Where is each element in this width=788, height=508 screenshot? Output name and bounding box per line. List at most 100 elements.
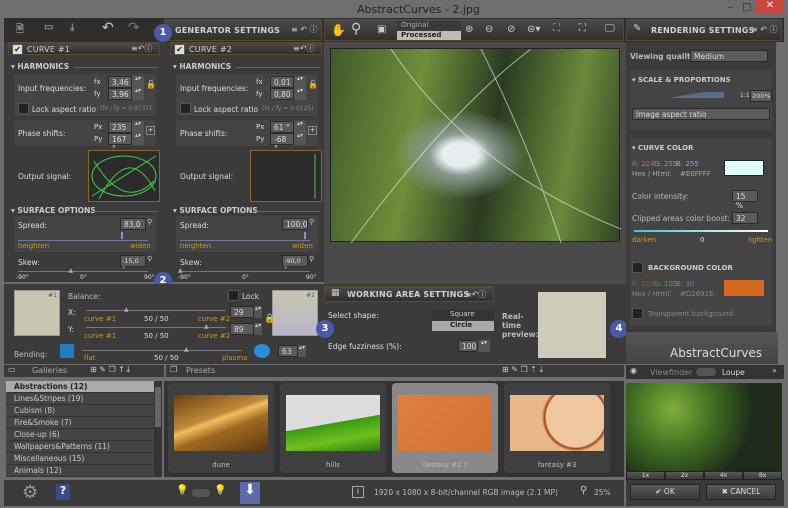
background-color-checkbox[interactable] [632, 262, 643, 273]
fx-input[interactable]: 0,01 [270, 76, 294, 88]
help-icon[interactable]: ? [56, 484, 70, 500]
zoom-in-icon[interactable]: ⊕ [465, 24, 473, 35]
lock-aspect-checkbox[interactable] [18, 103, 29, 114]
aspect-select[interactable]: Image aspect ratio [632, 108, 770, 120]
px-input[interactable]: 61 ° [270, 121, 294, 133]
ok-button[interactable]: ✔ OK [630, 484, 700, 500]
curve-enable-checkbox[interactable]: ✔ [174, 44, 185, 55]
preset-thumbnail[interactable]: dune [168, 383, 274, 473]
bg-color-swatch[interactable] [724, 280, 764, 296]
open-folder-icon[interactable]: ▭ [44, 22, 53, 33]
zoom-level-button[interactable]: 1x [626, 471, 665, 480]
hand-tool-icon[interactable]: ✋ [331, 23, 346, 37]
bending-slider[interactable] [82, 350, 242, 351]
spread-input[interactable]: 83,0 [120, 218, 146, 230]
preset-thumbnail[interactable]: hills [280, 383, 386, 473]
curve-color-swatch[interactable] [724, 160, 764, 176]
fullscreen-icon[interactable]: 🖵 [605, 23, 615, 34]
close-button[interactable]: ✕ [756, 0, 784, 14]
undo-icon[interactable]: ↶ [102, 20, 114, 36]
fuzziness-input[interactable]: 100 [458, 340, 478, 352]
gallery-item[interactable]: Animals (12) [6, 465, 154, 477]
maximize-button[interactable]: □ [742, 2, 751, 13]
py-spinner[interactable]: ▴▾ [294, 133, 306, 145]
balance-y-input[interactable]: 89 [230, 323, 254, 335]
py-input[interactable]: -68 ° [270, 133, 294, 153]
preset-thumbnail[interactable]: fantasy #2 * [392, 383, 498, 473]
skew-slider[interactable] [18, 271, 148, 272]
bending-input[interactable]: 63 [278, 345, 298, 357]
gallery-item[interactable]: Close-up (6) [6, 429, 154, 441]
processed-toggle[interactable]: Processed [397, 31, 461, 40]
zoom-menu-icon[interactable]: ⊜▾ [527, 24, 540, 35]
skew-input[interactable]: -90,0 ° [282, 255, 308, 273]
circle-option[interactable]: Circle [432, 321, 494, 331]
boost-slider[interactable] [634, 230, 768, 232]
preset-actions-icon[interactable]: ⊞ ✎ ❐ ⇡ ⤓ [502, 365, 543, 375]
menu-icon[interactable]: ≡↶ⓘ [293, 43, 314, 54]
cancel-button[interactable]: ✖ CANCEL [706, 484, 776, 500]
scale-input[interactable]: 200% [750, 90, 772, 102]
intensity-input[interactable]: 15 % [732, 190, 758, 210]
px-input[interactable]: 235 ° [108, 121, 132, 141]
minimize-button[interactable]: – [728, 2, 733, 13]
phase-link-button[interactable]: + [146, 126, 155, 135]
menu-icon[interactable]: ≡↶ⓘ [131, 43, 152, 54]
gallery-item[interactable]: Lines&Stripes (19) [6, 393, 154, 405]
menu-icon[interactable]: ≡ ↶ ⓘ [751, 24, 778, 35]
fy-spinner[interactable]: ▴▾ [294, 88, 306, 100]
scale-slider[interactable] [648, 92, 724, 98]
boost-input[interactable]: 32 [732, 212, 758, 224]
spread-slider[interactable] [18, 240, 148, 241]
fy-input[interactable]: 0,80 [270, 88, 294, 100]
galleries-scrollbar[interactable] [154, 381, 162, 477]
canvas-area[interactable] [324, 42, 626, 284]
zoom-reset-icon[interactable]: ⊘ [507, 24, 515, 35]
zoom-level-button[interactable]: 2x [665, 471, 704, 480]
spread-handle[interactable] [120, 232, 123, 239]
transparent-checkbox[interactable] [632, 308, 643, 319]
skew-handle[interactable]: ▲ [69, 267, 74, 274]
square-option[interactable]: Square [432, 310, 494, 320]
settings-gear-icon[interactable]: ⚙ [22, 482, 38, 503]
balance-y-spinner[interactable]: ▴▾ [254, 323, 262, 335]
spread-spinner-icon[interactable]: ⚲ [147, 218, 152, 226]
fuzziness-spinner[interactable]: ▴▾ [478, 340, 490, 352]
skew-handle[interactable]: ▲ [178, 267, 183, 274]
original-toggle[interactable]: Original [397, 21, 461, 30]
slider-handle[interactable]: ▲ [124, 306, 129, 313]
gallery-item[interactable]: Wallpapers&Patterns (11) [6, 441, 154, 453]
balance-x-slider[interactable] [86, 310, 226, 311]
spread-spinner-icon[interactable]: ⚲ [309, 218, 314, 226]
viewfinder-image[interactable] [626, 383, 782, 471]
redo-icon[interactable]: ↷ [128, 20, 140, 36]
presets-title[interactable]: Presets [186, 366, 215, 375]
fy-spinner[interactable]: ▴▾ [132, 88, 144, 100]
slider-handle[interactable]: ▲ [184, 346, 189, 353]
skew-spinner-icon[interactable]: ⚲ [309, 255, 314, 263]
gallery-item[interactable]: Abstractions (12) [6, 381, 154, 393]
light-toggle[interactable] [192, 489, 210, 497]
skew-slider[interactable] [180, 271, 310, 272]
gallery-item[interactable]: Fire&Smoke (7) [6, 417, 154, 429]
info-icon[interactable]: i [352, 486, 364, 498]
image-icon[interactable]: ▣ [377, 24, 386, 35]
apply-download-button[interactable]: ⬇ [240, 482, 260, 504]
menu-icon[interactable]: ≡↶ⓘ [465, 289, 486, 300]
py-spinner[interactable]: ▴▾ [132, 133, 144, 145]
skew-spinner-icon[interactable]: ⚲ [147, 255, 152, 263]
one-to-one[interactable]: 1:1 [740, 92, 750, 99]
save-icon[interactable]: ⤓ [70, 22, 74, 33]
zoom-tool-icon[interactable]: ⚲ [351, 21, 361, 37]
gallery-item[interactable]: Cubism (8) [6, 405, 154, 417]
fit-screen-icon[interactable]: ⛶ [553, 23, 560, 34]
menu-icon[interactable]: ≡ ↶ ⓘ [291, 24, 318, 35]
open-file-icon[interactable]: 🗎 [16, 22, 24, 39]
fy-input[interactable]: 3,96 [108, 88, 132, 100]
gallery-actions-icon[interactable]: ⊞ ✎ ❐ ↑↓ [90, 365, 132, 374]
viewfinder-tab[interactable]: Viewfinder [650, 368, 692, 377]
lock-icon[interactable]: 🔒 [264, 314, 275, 324]
spread-input[interactable]: 100,0 [282, 218, 308, 230]
skew-input[interactable]: -15,0 ° [120, 255, 146, 273]
zoom-level-button[interactable]: 4x [704, 471, 743, 480]
